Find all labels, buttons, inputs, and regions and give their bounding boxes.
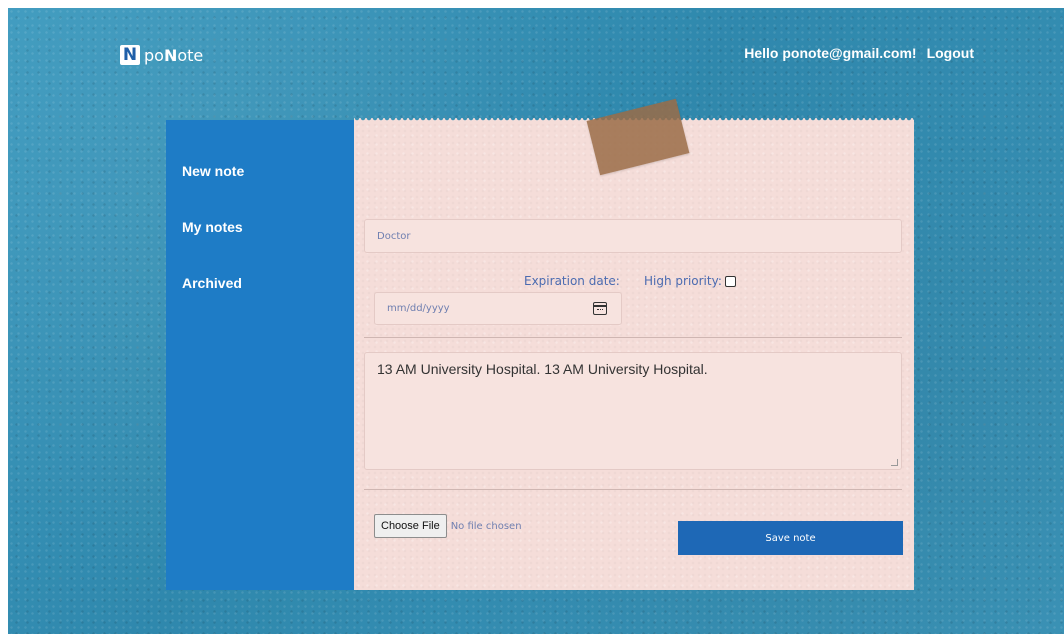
brand-name: poNote — [144, 46, 203, 65]
note-title-input[interactable]: Doctor — [364, 219, 902, 253]
brand-logo[interactable]: N poNote — [120, 45, 203, 65]
sidebar-item-my-notes[interactable]: My notes — [182, 219, 243, 235]
date-placeholder: mm/dd/yyyy — [387, 303, 450, 314]
logo-icon: N — [120, 45, 140, 65]
app-frame: N poNote Hello ponote@gmail.com! Logout … — [8, 8, 1064, 634]
note-title-value: Doctor — [377, 230, 411, 242]
resize-handle-icon[interactable] — [891, 459, 898, 466]
expiration-date-input[interactable]: mm/dd/yyyy — [374, 292, 622, 325]
divider — [364, 489, 902, 490]
choose-file-button[interactable]: Choose File — [374, 514, 447, 538]
sidebar-item-archived[interactable]: Archived — [182, 275, 242, 291]
divider — [364, 337, 902, 338]
note-body-textarea[interactable]: 13 AM University Hospital. 13 AM Univers… — [364, 352, 902, 470]
expiration-date-label: Expiration date: — [524, 274, 620, 288]
sidebar-item-new-note[interactable]: New note — [182, 163, 244, 179]
file-status: No file chosen — [450, 520, 522, 532]
note-paper: Doctor Expiration date: High priority: m… — [354, 98, 914, 590]
brand-name-prefix: po — [144, 45, 164, 65]
brand-name-bold: N — [163, 45, 178, 65]
file-upload: Choose File No file chosen — [374, 514, 522, 538]
high-priority-label: High priority: — [644, 274, 722, 288]
logout-link[interactable]: Logout — [927, 45, 974, 61]
tape-decoration — [586, 98, 690, 176]
user-greeting: Hello ponote@gmail.com! — [744, 45, 917, 61]
high-priority-group: High priority: — [644, 274, 736, 288]
brand-name-suffix: ote — [177, 45, 204, 65]
top-nav: Hello ponote@gmail.com! Logout — [744, 45, 974, 61]
note-body-value: 13 AM University Hospital. 13 AM Univers… — [377, 361, 708, 377]
sidebar: New note My notes Archived — [166, 120, 354, 590]
calendar-icon[interactable] — [593, 302, 607, 315]
high-priority-checkbox[interactable] — [724, 275, 736, 287]
save-note-button[interactable]: Save note — [678, 521, 903, 555]
